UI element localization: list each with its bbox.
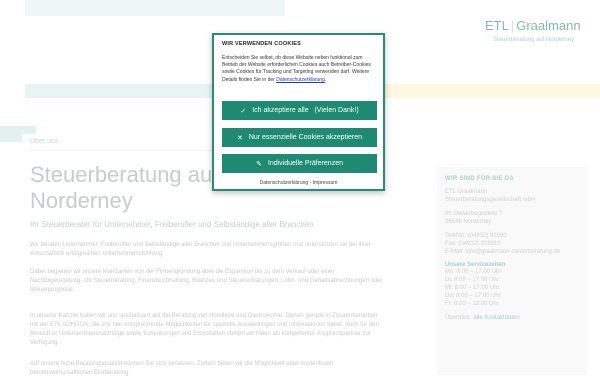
footer-imprint-link[interactable]: Impressum xyxy=(313,180,338,186)
privacy-policy-link[interactable]: Datenschutzerklärung xyxy=(276,77,325,83)
accept-essential-label: Nur essenzielle Cookies akzeptieren xyxy=(248,134,363,141)
individual-preferences-label: Individuelle Präferenzen xyxy=(267,160,343,167)
footer-separator: · xyxy=(309,180,312,186)
individual-preferences-button[interactable]: ✎ Individuelle Präferenzen xyxy=(222,154,377,173)
accept-all-label: Ich akzeptiere alle (Vielen Dank!) xyxy=(252,107,359,114)
check-icon: ✓ xyxy=(240,107,247,115)
accept-essential-button[interactable]: ✕ Nur essenzielle Cookies akzeptieren xyxy=(222,128,377,147)
dialog-title: WIR VERWENDEN COOKIES xyxy=(222,41,301,47)
accept-all-button[interactable]: ✓ Ich akzeptiere alle (Vielen Dank!) xyxy=(222,101,377,120)
close-icon: ✕ xyxy=(236,134,243,142)
pencil-icon: ✎ xyxy=(256,160,262,168)
dialog-footer: Datenschutzerklärung · Impressum xyxy=(214,180,383,186)
dialog-body: Entscheiden Sie selbst, ob diese Website… xyxy=(222,55,371,83)
footer-privacy-link[interactable]: Datenschutzerklärung xyxy=(260,180,309,186)
cookie-consent-dialog: WIR VERWENDEN COOKIES Entscheiden Sie se… xyxy=(212,33,385,191)
